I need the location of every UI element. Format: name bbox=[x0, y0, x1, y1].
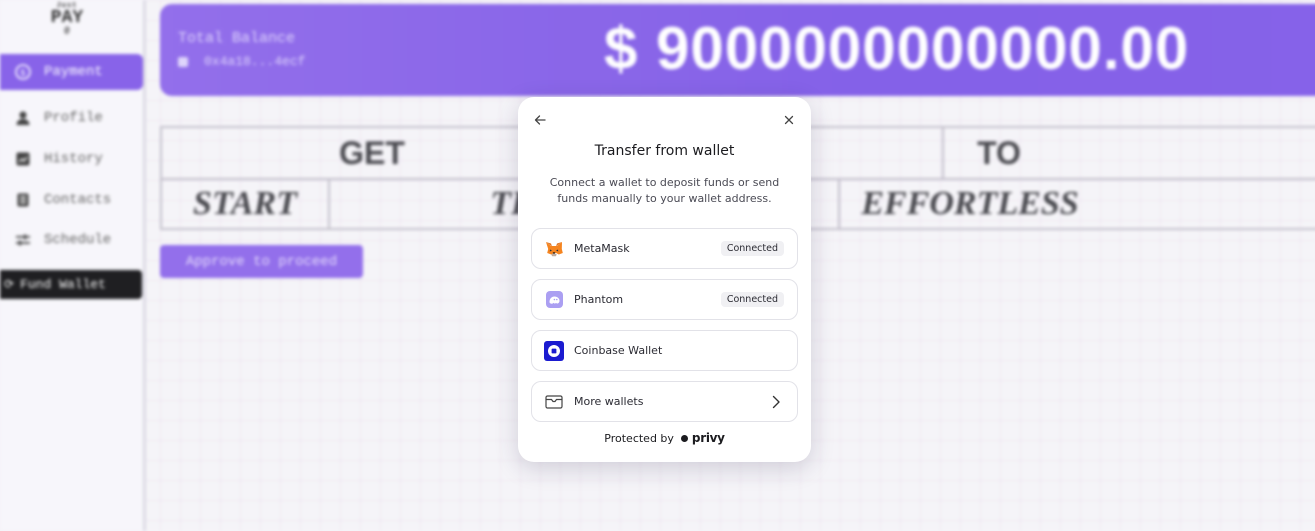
privy-logo-icon bbox=[680, 434, 688, 442]
wallet-option-metamask[interactable]: MetaMask Connected bbox=[531, 228, 798, 269]
wallet-icon bbox=[544, 392, 564, 412]
close-icon bbox=[784, 115, 794, 125]
modal-title: Transfer from wallet bbox=[594, 143, 735, 159]
modal-description: Connect a wallet to deposit funds or sen… bbox=[549, 176, 780, 205]
transfer-modal: Transfer from wallet Connect a wallet to… bbox=[518, 97, 811, 462]
chevron-right-icon bbox=[772, 395, 781, 409]
connected-badge: Connected bbox=[720, 241, 784, 256]
metamask-icon bbox=[544, 239, 564, 259]
wallet-name: Phantom bbox=[574, 293, 624, 306]
privy-brand: privy bbox=[691, 431, 725, 445]
back-button[interactable] bbox=[529, 109, 551, 131]
close-button[interactable] bbox=[778, 109, 800, 131]
arrow-left-icon bbox=[534, 115, 546, 125]
wallet-name: MetaMask bbox=[574, 242, 630, 255]
phantom-icon bbox=[544, 290, 564, 310]
more-wallets-button[interactable]: More wallets bbox=[531, 381, 798, 422]
protected-by-footer: Protected by privy bbox=[518, 431, 811, 445]
connected-badge: Connected bbox=[720, 292, 784, 307]
wallet-option-coinbase[interactable]: Coinbase Wallet bbox=[531, 330, 798, 371]
coinbase-icon bbox=[544, 340, 564, 361]
protected-by-text: Protected by bbox=[604, 431, 674, 445]
wallet-name: Coinbase Wallet bbox=[574, 344, 663, 357]
wallet-option-phantom[interactable]: Phantom Connected bbox=[531, 279, 798, 320]
more-wallets-label: More wallets bbox=[574, 395, 644, 408]
